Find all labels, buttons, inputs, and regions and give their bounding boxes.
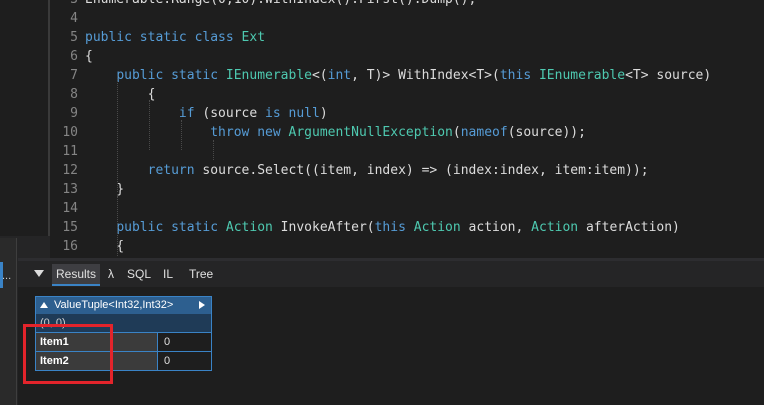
expand-right-icon[interactable]	[199, 301, 205, 309]
left-panel-upper	[0, 0, 50, 236]
line-number: 4	[70, 11, 78, 26]
collapse-triangle-icon[interactable]	[34, 270, 44, 277]
line-number: 9	[70, 106, 78, 121]
annotation-highlight-box	[23, 324, 113, 384]
code-text[interactable]: public static IEnumerable<(int, T)> With…	[85, 66, 711, 85]
code-text[interactable]: if (source is null)	[85, 104, 328, 123]
line-number: 3	[50, 0, 78, 9]
code-text[interactable]: {	[85, 237, 124, 256]
tab-results[interactable]: Results	[52, 264, 101, 286]
collapse-up-icon[interactable]	[40, 302, 48, 308]
left-panel-overflow-label[interactable]: ...	[2, 270, 11, 282]
line-number: 6	[70, 49, 78, 64]
code-text[interactable]: {	[85, 85, 156, 104]
indent-guide	[117, 196, 118, 256]
line-number: 11	[62, 144, 78, 159]
indent-guide	[181, 120, 182, 150]
code-editor[interactable]: 3 Enumerable.Range(0,10).WithIndex().Firs…	[50, 0, 764, 258]
line-number: 12	[62, 163, 78, 178]
tab-lambda[interactable]: λ	[104, 264, 118, 284]
code-text[interactable]: {	[85, 47, 93, 66]
line-number: 13	[62, 182, 78, 197]
line-number: 7	[70, 68, 78, 83]
line-number: 16	[62, 239, 78, 254]
line-number: 15	[62, 220, 78, 235]
line-number: 10	[62, 125, 78, 140]
indent-guide	[149, 100, 150, 150]
line-number: 14	[62, 201, 78, 216]
code-text[interactable]: throw new ArgumentNullException(nameof(s…	[85, 123, 586, 142]
result-table-header[interactable]: ValueTuple<Int32,Int32>	[36, 297, 211, 314]
result-type-title: ValueTuple<Int32,Int32>	[54, 299, 174, 311]
row-value: 0	[157, 333, 211, 351]
row-value: 0	[157, 352, 211, 370]
line-number: 8	[70, 87, 78, 102]
code-text[interactable]: public static class Ext	[85, 28, 265, 47]
tab-il[interactable]: IL	[159, 264, 177, 284]
code-text[interactable]: Enumerable.Range(0,10).WithIndex().First…	[85, 0, 476, 9]
tab-sql[interactable]: SQL	[123, 264, 155, 284]
code-text[interactable]: public static Action InvokeAfter(this Ac…	[85, 218, 680, 237]
indent-guide	[117, 76, 118, 192]
output-tab-bar: Results λ SQL IL Tree	[18, 261, 764, 287]
indent-guide	[213, 140, 214, 160]
line-number: 5	[70, 30, 78, 45]
code-text[interactable]: }	[85, 180, 124, 199]
code-text[interactable]: return source.Select((item, index) => (i…	[85, 161, 649, 180]
tab-tree[interactable]: Tree	[185, 264, 217, 284]
